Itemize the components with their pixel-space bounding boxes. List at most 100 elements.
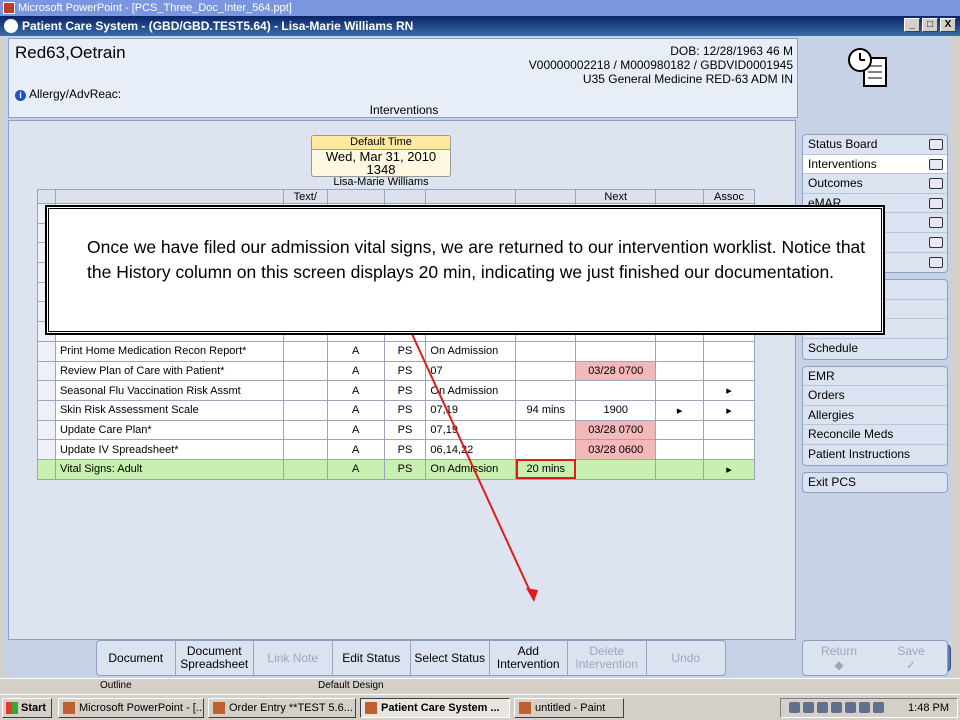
table-row[interactable]: Review Plan of Care with Patient* A PS 07 03… xyxy=(37,360,756,382)
status-cell: A xyxy=(326,340,385,362)
detail-arrow-cell[interactable]: ▸ xyxy=(655,399,704,421)
table-row[interactable]: Vital Signs: Adult A PS On Admission 20 mins… xyxy=(37,458,756,480)
tray-icon[interactable] xyxy=(859,702,870,713)
default-time-box[interactable]: Default Time Wed, Mar 31, 2010 1348 Lisa… xyxy=(311,135,451,188)
tray-icon[interactable] xyxy=(803,702,814,713)
col-select xyxy=(37,189,56,204)
patient-unit: U35 General Medicine RED-63 ADM IN xyxy=(582,72,793,86)
row-select-cell[interactable] xyxy=(37,439,56,460)
next-due-cell: 03/28 0700 xyxy=(575,360,657,382)
tray-icon[interactable] xyxy=(873,702,884,713)
nav-item-icon xyxy=(929,197,943,209)
nav-item[interactable]: Exit PCS xyxy=(803,473,947,493)
nav-item[interactable]: Allergies xyxy=(803,406,947,426)
taskbar-order-entry[interactable]: Order Entry **TEST 5.6... xyxy=(208,698,356,718)
detail-arrow-cell[interactable] xyxy=(655,458,704,480)
row-select-cell[interactable] xyxy=(37,360,56,382)
history-cell xyxy=(515,439,577,460)
allergy-label[interactable]: i Allergy/AdvReac: xyxy=(15,87,121,101)
col-frequency xyxy=(425,189,517,204)
table-header-row: Text/ Next Assoc xyxy=(37,189,756,204)
row-select-cell[interactable] xyxy=(37,380,56,401)
nav-item-icon xyxy=(929,139,943,150)
minimize-button[interactable]: _ xyxy=(904,18,920,32)
tray-icon[interactable] xyxy=(789,702,800,713)
next-due-cell xyxy=(575,380,657,401)
maximize-button[interactable]: □ xyxy=(922,18,938,32)
toolbar-button[interactable]: Delete Intervention xyxy=(568,641,647,675)
app-title: Patient Care System - (GBD/GBD.TEST5.64)… xyxy=(22,19,414,33)
nav-item-icon xyxy=(929,217,943,229)
assoc-arrow-cell[interactable]: ▸ xyxy=(702,380,756,401)
nav-item[interactable]: Outcomes xyxy=(803,174,947,194)
nav-item-label: EMR xyxy=(808,368,835,383)
detail-arrow-cell[interactable] xyxy=(655,380,704,401)
interventions-panel: Default Time Wed, Mar 31, 2010 1348 Lisa… xyxy=(8,120,796,640)
status-cell: A xyxy=(326,399,385,421)
table-row[interactable]: Update Care Plan* A PS 07,19 03/28 0700 xyxy=(37,419,756,441)
tray-icons[interactable] xyxy=(789,702,884,713)
nav-item[interactable]: EMR xyxy=(803,367,947,387)
assoc-arrow-cell[interactable]: ▸ xyxy=(702,458,756,480)
patient-header: Red63,Oetrain DOB: 12/28/1963 46 M V0000… xyxy=(8,38,798,118)
nav-item-label: Orders xyxy=(808,388,845,403)
toolbar-button[interactable]: Add Intervention xyxy=(490,641,568,675)
taskbar-paint[interactable]: untitled - Paint xyxy=(514,698,624,718)
row-select-cell[interactable] xyxy=(37,419,56,441)
row-select-cell[interactable] xyxy=(37,399,56,421)
toolbar-button[interactable]: Document Spreadsheet xyxy=(176,641,254,675)
taskbar-patient-care[interactable]: Patient Care System ... xyxy=(360,698,510,718)
row-select-cell[interactable] xyxy=(37,340,56,362)
tray-icon[interactable] xyxy=(817,702,828,713)
save-button[interactable]: Save ✓ xyxy=(875,641,947,675)
nav-item[interactable]: Status Board xyxy=(803,135,947,155)
detail-arrow-cell[interactable] xyxy=(655,439,704,460)
toolbar-button[interactable]: Select Status xyxy=(411,641,490,675)
toolbar-button[interactable]: Undo xyxy=(647,641,726,675)
assoc-arrow-cell[interactable] xyxy=(702,439,756,460)
col-text: Text/ xyxy=(282,189,328,204)
allergy-text: Allergy/AdvReac: xyxy=(29,87,122,101)
tray-icon[interactable] xyxy=(831,702,842,713)
frequency-cell: On Admission xyxy=(425,458,517,480)
intervention-name: Print Home Medication Recon Report* xyxy=(54,340,284,362)
table-row[interactable]: Skin Risk Assessment Scale A PS 07,19 94 min… xyxy=(37,399,756,421)
detail-arrow-cell[interactable] xyxy=(655,340,704,362)
nav-item[interactable]: Patient Instructions xyxy=(803,445,947,465)
annotation-callout: Once we have filed our admission vital s… xyxy=(46,206,884,334)
ps-cell: PS xyxy=(383,340,427,362)
history-cell xyxy=(515,380,577,401)
status-cell: A xyxy=(326,360,385,382)
table-row[interactable]: Seasonal Flu Vaccination Risk Assmt A PS On… xyxy=(37,380,756,401)
table-row[interactable]: Print Home Medication Recon Report* A PS On… xyxy=(37,340,756,362)
toolbar-button[interactable]: Link Note xyxy=(254,641,333,675)
table-row[interactable]: Update IV Spreadsheet* A PS 06,14,22 03/28 0… xyxy=(37,439,756,460)
assoc-arrow-cell[interactable] xyxy=(702,419,756,441)
toolbar-button[interactable]: Document xyxy=(97,641,176,675)
detail-arrow-cell[interactable] xyxy=(655,419,704,441)
clock-clipboard-icon xyxy=(848,48,887,87)
detail-arrow-cell[interactable] xyxy=(655,360,704,382)
taskbar-powerpoint[interactable]: Microsoft PowerPoint - [... xyxy=(58,698,204,718)
next-due-cell xyxy=(575,340,657,362)
nav-item[interactable]: Orders xyxy=(803,386,947,406)
assoc-arrow-cell[interactable] xyxy=(702,340,756,362)
next-due-cell: 03/28 0600 xyxy=(575,439,657,460)
intervention-name: Review Plan of Care with Patient* xyxy=(54,360,284,382)
toolbar-button[interactable]: Edit Status xyxy=(333,641,411,675)
nav-item[interactable]: Reconcile Meds xyxy=(803,425,947,445)
return-button[interactable]: Return ◆ xyxy=(803,641,875,675)
close-button[interactable]: X xyxy=(940,18,956,32)
ps-cell: PS xyxy=(383,439,427,460)
nav-item[interactable]: Interventions xyxy=(803,154,947,175)
status-cell: A xyxy=(326,419,385,441)
nav-item[interactable]: Schedule xyxy=(803,339,947,359)
assoc-arrow-cell[interactable]: ▸ xyxy=(702,399,756,421)
text-cell xyxy=(282,340,328,362)
nav-item-label: Allergies xyxy=(808,407,855,422)
taskbar: Start Microsoft PowerPoint - [... Order … xyxy=(0,694,960,720)
assoc-arrow-cell[interactable] xyxy=(702,360,756,382)
tray-icon[interactable] xyxy=(845,702,856,713)
start-button[interactable]: Start xyxy=(2,698,52,718)
row-select-cell[interactable] xyxy=(37,458,56,480)
